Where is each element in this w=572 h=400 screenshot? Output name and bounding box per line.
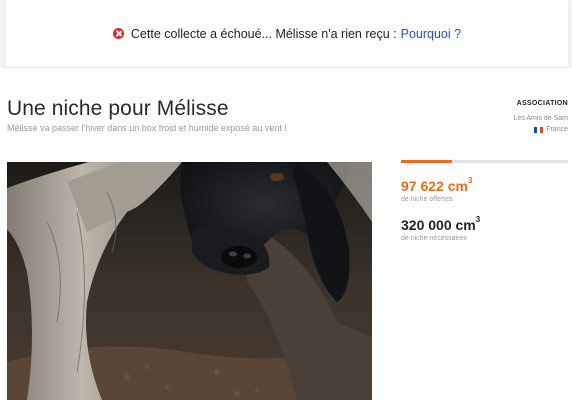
campaign-main: Une niche pour Mélisse Mélisse va passer… xyxy=(0,68,572,400)
association-info: ASSOCIATION Les Amis de Sam France xyxy=(514,100,568,133)
offered-label: de niche offertes xyxy=(401,196,453,203)
campaign-photo xyxy=(7,162,372,400)
offered-stat: 97 622 cm3 de niche offertes xyxy=(401,176,473,203)
page-title: Une niche pour Mélisse xyxy=(7,97,229,120)
why-link[interactable]: Pourquoi ? xyxy=(401,27,461,41)
association-heading: ASSOCIATION xyxy=(516,100,568,107)
campaign-failed-banner: Cette collecte a échoué... Mélisse n'a r… xyxy=(6,0,568,68)
country-label: France xyxy=(546,126,568,133)
failed-message: Cette collecte a échoué... Mélisse n'a r… xyxy=(130,26,397,41)
needed-value: 320 000 cm3 xyxy=(401,215,481,233)
association-name[interactable]: Les Amis de Sam xyxy=(514,115,568,122)
needed-stat: 320 000 cm3 de niche nécessaires xyxy=(401,215,481,242)
funding-progress-fill xyxy=(401,160,452,163)
dog-photo-illustration xyxy=(7,162,372,400)
funding-progress-bar xyxy=(401,160,568,163)
page-subtitle: Mélisse va passer l'hiver dans un box fr… xyxy=(7,123,287,133)
offered-value: 97 622 cm3 xyxy=(401,176,473,194)
france-flag-icon xyxy=(534,126,544,133)
association-country: France xyxy=(514,126,568,133)
error-icon xyxy=(112,28,124,39)
needed-label: de niche nécessaires xyxy=(401,235,467,242)
